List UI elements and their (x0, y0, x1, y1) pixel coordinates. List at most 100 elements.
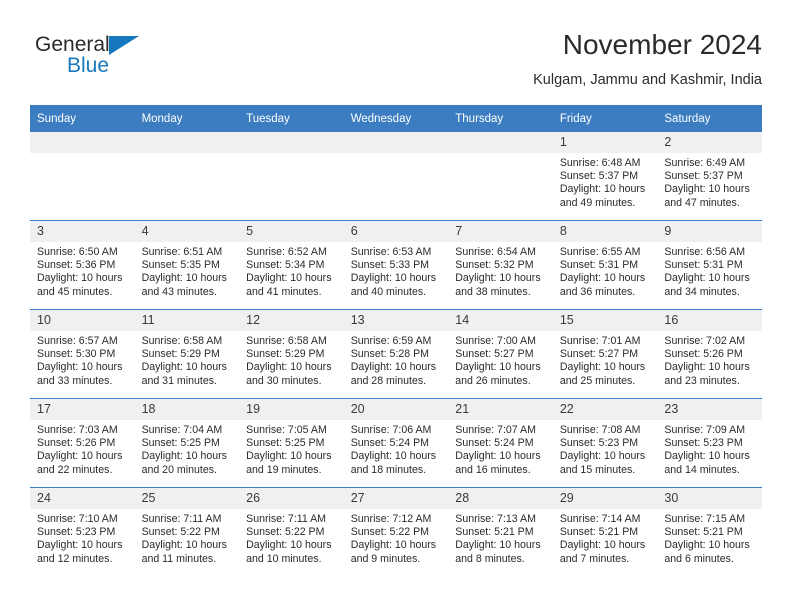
sunset-text: Sunset: 5:29 PM (246, 348, 325, 361)
daylight-text-line2: and 49 minutes. (559, 196, 636, 209)
sunset-text: Sunset: 5:22 PM (141, 526, 220, 539)
sunset-text: Sunset: 5:37 PM (664, 170, 743, 183)
daylight-text-line1: Daylight: 10 hours (455, 361, 541, 374)
calendar-page: General Blue November 2024 Kulgam, Jammu… (0, 0, 792, 612)
day-number (30, 132, 135, 153)
day-details: Sunrise: 7:15 AM Sunset: 5:21 PM Daylight:… (657, 509, 762, 566)
day-details: Sunrise: 6:49 AM Sunset: 5:37 PM Daylight:… (657, 153, 762, 210)
calendar-day-cell[interactable]: 26 Sunrise: 7:11 AM Sunset: 5:22 PM Dayligh… (239, 487, 344, 576)
calendar-day-cell[interactable]: 3 Sunrise: 6:50 AM Sunset: 5:36 PM Daylight… (30, 220, 135, 310)
daylight-text-line1: Daylight: 10 hours (455, 272, 541, 285)
weekday-header-friday: Friday (552, 105, 658, 132)
daylight-text-line2: and 36 minutes. (559, 285, 636, 298)
daylight-text-line1: Daylight: 10 hours (664, 539, 750, 552)
calendar-day-cell[interactable]: 14 Sunrise: 7:00 AM Sunset: 5:27 PM Dayligh… (448, 309, 553, 399)
calendar-day-cell[interactable]: 28 Sunrise: 7:13 AM Sunset: 5:21 PM Dayligh… (448, 487, 553, 576)
calendar-day-cell[interactable]: 25 Sunrise: 7:11 AM Sunset: 5:22 PM Dayligh… (134, 487, 240, 576)
day-details: Sunrise: 7:01 AM Sunset: 5:27 PM Daylight:… (553, 331, 658, 388)
day-number: 19 (239, 399, 344, 420)
calendar-day-cell[interactable]: 12 Sunrise: 6:58 AM Sunset: 5:29 PM Dayligh… (239, 309, 344, 399)
daylight-text-line2: and 9 minutes. (350, 552, 421, 565)
day-details: Sunrise: 6:50 AM Sunset: 5:36 PM Daylight:… (30, 242, 135, 299)
calendar-day-cell[interactable]: 9 Sunrise: 6:56 AM Sunset: 5:31 PM Daylight… (657, 220, 762, 310)
day-number: 20 (343, 399, 449, 420)
sunrise-text: Sunrise: 7:12 AM (350, 513, 432, 525)
sunset-text: Sunset: 5:24 PM (350, 437, 430, 450)
calendar-day-cell[interactable]: 18 Sunrise: 7:04 AM Sunset: 5:25 PM Dayligh… (134, 398, 240, 488)
calendar-day-cell[interactable]: 29 Sunrise: 7:14 AM Sunset: 5:21 PM Dayligh… (552, 487, 658, 576)
calendar-day-cell[interactable]: 16 Sunrise: 7:02 AM Sunset: 5:26 PM Dayligh… (657, 309, 762, 399)
sunrise-text: Sunrise: 7:05 AM (246, 424, 327, 436)
calendar-day-cell[interactable]: 15 Sunrise: 7:01 AM Sunset: 5:27 PM Dayligh… (552, 309, 658, 399)
calendar-day-cell[interactable]: 4 Sunrise: 6:51 AM Sunset: 5:35 PM Daylight… (134, 220, 240, 310)
calendar-day-cell[interactable]: 17 Sunrise: 7:03 AM Sunset: 5:26 PM Dayligh… (30, 398, 135, 488)
daylight-text-line1: Daylight: 10 hours (37, 361, 123, 374)
calendar-body: 1 Sunrise: 6:48 AM Sunset: 5:37 PM Daylight… (30, 132, 762, 576)
day-number (134, 132, 240, 153)
sunset-text: Sunset: 5:30 PM (37, 348, 116, 361)
calendar-day-cell[interactable]: 20 Sunrise: 7:06 AM Sunset: 5:24 PM Dayligh… (343, 398, 449, 488)
calendar-cell-empty (448, 132, 553, 221)
daylight-text-line1: Daylight: 10 hours (664, 450, 750, 463)
daylight-text-line1: Daylight: 10 hours (350, 361, 437, 374)
calendar-day-cell[interactable]: 23 Sunrise: 7:09 AM Sunset: 5:23 PM Dayligh… (657, 398, 762, 488)
page-title: November 2024 (562, 29, 762, 60)
calendar-day-cell[interactable]: 13 Sunrise: 6:59 AM Sunset: 5:28 PM Dayligh… (343, 309, 449, 399)
daylight-text-line1: Daylight: 10 hours (559, 539, 646, 552)
calendar-day-cell[interactable]: 27 Sunrise: 7:12 AM Sunset: 5:22 PM Dayligh… (343, 487, 449, 576)
page-header: General Blue November 2024 Kulgam, Jammu… (30, 28, 762, 98)
daylight-text-line1: Daylight: 10 hours (664, 272, 750, 285)
calendar-day-cell[interactable]: 30 Sunrise: 7:15 AM Sunset: 5:21 PM Dayligh… (657, 487, 762, 576)
calendar-day-cell[interactable]: 6 Sunrise: 6:53 AM Sunset: 5:33 PM Daylight… (343, 220, 449, 310)
calendar-table: Sunday Monday Tuesday Wednesday Thursday Frid… (30, 105, 762, 576)
day-details: Sunrise: 6:51 AM Sunset: 5:35 PM Daylight:… (135, 242, 240, 299)
calendar-day-cell[interactable]: 1 Sunrise: 6:48 AM Sunset: 5:37 PM Daylight… (552, 132, 658, 221)
daylight-text-line2: and 40 minutes. (350, 285, 427, 298)
day-number: 25 (134, 488, 240, 509)
weekday-header-tuesday: Tuesday (239, 105, 344, 132)
daylight-text-line2: and 33 minutes. (37, 374, 113, 387)
calendar-day-cell[interactable]: 19 Sunrise: 7:05 AM Sunset: 5:25 PM Dayligh… (239, 398, 344, 488)
sunset-text: Sunset: 5:27 PM (559, 348, 639, 361)
day-details: Sunrise: 7:11 AM Sunset: 5:22 PM Daylight:… (239, 509, 344, 566)
day-details: Sunrise: 6:48 AM Sunset: 5:37 PM Daylight:… (553, 153, 658, 210)
calendar-cell-empty (134, 132, 240, 221)
calendar-day-cell[interactable]: 21 Sunrise: 7:07 AM Sunset: 5:24 PM Dayligh… (448, 398, 553, 488)
sunset-text: Sunset: 5:26 PM (664, 348, 743, 361)
daylight-text-line1: Daylight: 10 hours (559, 183, 646, 196)
day-number: 13 (343, 310, 449, 331)
sunrise-text: Sunrise: 7:02 AM (664, 335, 746, 347)
calendar-day-cell[interactable]: 22 Sunrise: 7:08 AM Sunset: 5:23 PM Dayligh… (552, 398, 658, 488)
sunrise-text: Sunrise: 7:04 AM (141, 424, 223, 436)
daylight-text-line2: and 12 minutes. (37, 552, 113, 565)
calendar-day-cell[interactable]: 24 Sunrise: 7:10 AM Sunset: 5:23 PM Dayligh… (30, 487, 135, 576)
daylight-text-line2: and 18 minutes. (350, 463, 427, 476)
daylight-text-line2: and 15 minutes. (559, 463, 636, 476)
day-number: 14 (448, 310, 553, 331)
sunrise-text: Sunrise: 6:58 AM (141, 335, 223, 347)
day-details: Sunrise: 7:13 AM Sunset: 5:21 PM Daylight:… (448, 509, 553, 566)
calendar-day-cell[interactable]: 8 Sunrise: 6:55 AM Sunset: 5:31 PM Daylight… (552, 220, 658, 310)
calendar-day-cell[interactable]: 10 Sunrise: 6:57 AM Sunset: 5:30 PM Dayligh… (30, 309, 135, 399)
sunset-text: Sunset: 5:22 PM (246, 526, 325, 539)
day-number: 30 (657, 488, 762, 509)
calendar-week-row: 10 Sunrise: 6:57 AM Sunset: 5:30 PM Dayligh… (30, 309, 762, 399)
sunset-text: Sunset: 5:37 PM (559, 170, 639, 183)
day-details: Sunrise: 6:55 AM Sunset: 5:31 PM Daylight:… (553, 242, 658, 299)
calendar-day-cell[interactable]: 11 Sunrise: 6:58 AM Sunset: 5:29 PM Dayligh… (134, 309, 240, 399)
sunset-text: Sunset: 5:31 PM (664, 259, 743, 272)
calendar-day-cell[interactable]: 7 Sunrise: 6:54 AM Sunset: 5:32 PM Daylight… (448, 220, 553, 310)
day-number: 7 (448, 221, 553, 242)
calendar-week-row: 17 Sunrise: 7:03 AM Sunset: 5:26 PM Dayligh… (30, 398, 762, 488)
day-details: Sunrise: 7:09 AM Sunset: 5:23 PM Daylight:… (657, 420, 762, 477)
sunset-text: Sunset: 5:33 PM (350, 259, 430, 272)
calendar-day-cell[interactable]: 2 Sunrise: 6:49 AM Sunset: 5:37 PM Daylight… (657, 132, 762, 221)
calendar-week-row: 24 Sunrise: 7:10 AM Sunset: 5:23 PM Dayligh… (30, 487, 762, 576)
day-number: 5 (239, 221, 344, 242)
weekday-header-thursday: Thursday (448, 105, 553, 132)
calendar-day-cell[interactable]: 5 Sunrise: 6:52 AM Sunset: 5:34 PM Daylight… (239, 220, 344, 310)
daylight-text-line1: Daylight: 10 hours (141, 539, 227, 552)
sunrise-text: Sunrise: 7:01 AM (559, 335, 641, 347)
sunset-text: Sunset: 5:23 PM (559, 437, 639, 450)
general-blue-logo[interactable]: General Blue (35, 33, 235, 89)
